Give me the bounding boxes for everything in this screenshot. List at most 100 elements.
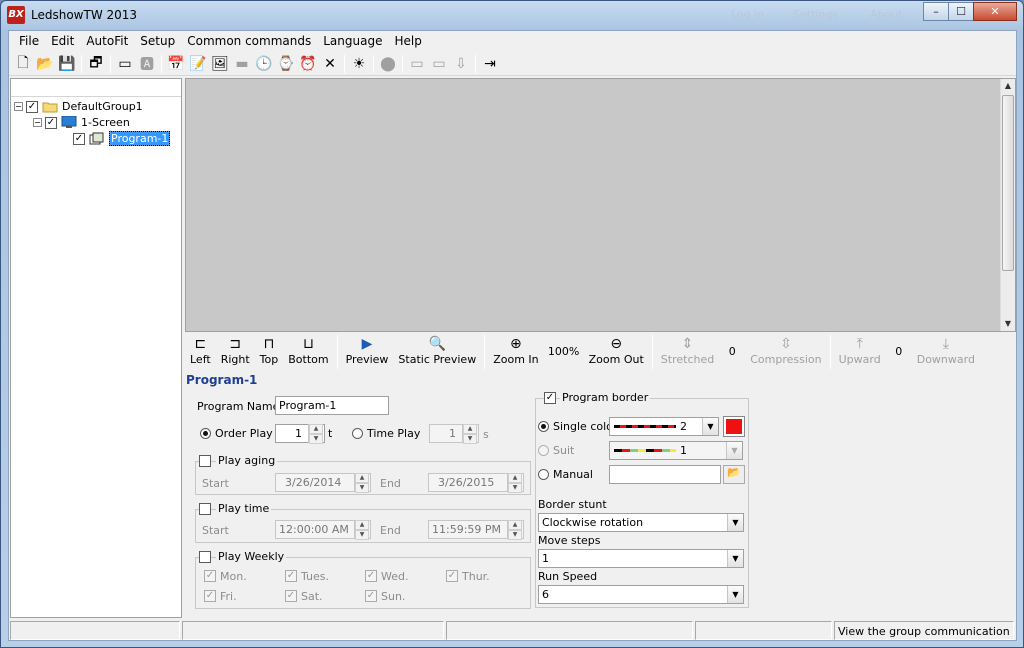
tree-node-group[interactable]: − ✓ DefaultGroup1 — [14, 99, 143, 114]
zoom-out-button[interactable]: ⊖ Zoom Out — [584, 333, 649, 366]
aging-end-spinner[interactable]: ▲ ▼ — [507, 473, 522, 493]
image-icon[interactable]: 🖼 — [209, 53, 231, 75]
area-icon[interactable]: ▭ — [114, 53, 136, 75]
order-play-radio[interactable] — [200, 428, 211, 439]
single-color-radio[interactable] — [538, 421, 549, 432]
compression-button[interactable]: ⇳ Compression — [745, 333, 826, 366]
weekday-sat-checkbox[interactable]: ✓ — [285, 590, 297, 602]
align-top-label: Top — [259, 353, 279, 366]
maximize-button[interactable]: ☐ — [948, 2, 974, 21]
weekday-thu-checkbox[interactable]: ✓ — [446, 570, 458, 582]
single-color-value: 2 — [680, 420, 687, 433]
time-end-spinner[interactable]: ▲ ▼ — [507, 520, 522, 540]
browse-folder-icon[interactable]: 📂 — [723, 465, 745, 484]
align-left-icon: ⊏ — [194, 336, 207, 352]
aging-start-spinner[interactable]: ▲ ▼ — [354, 473, 369, 493]
dropdown-arrow-icon[interactable]: ▼ — [727, 514, 743, 531]
open-folder-icon[interactable]: 📂 — [34, 53, 56, 75]
menu-language[interactable]: Language — [317, 31, 388, 51]
ghost-link-about[interactable]: About — [870, 8, 903, 21]
menu-autofit[interactable]: AutoFit — [80, 31, 134, 51]
move-steps-label: Move steps — [538, 534, 601, 547]
menu-file[interactable]: File — [13, 31, 45, 51]
static-preview-button[interactable]: 🔍 Static Preview — [393, 333, 481, 366]
exit-icon[interactable]: ⇥ — [479, 53, 501, 75]
send-all-icon[interactable]: ▭ — [428, 53, 450, 75]
usb-icon[interactable]: ⇩ — [450, 53, 472, 75]
group-checkbox[interactable]: ✓ — [26, 100, 38, 113]
dropdown-arrow-icon[interactable]: ▼ — [727, 586, 743, 603]
align-right-button[interactable]: ⊐ Right — [216, 333, 255, 366]
minimize-button[interactable]: – — [923, 2, 949, 21]
dropdown-arrow-icon[interactable]: ▼ — [702, 418, 718, 435]
clock-icon[interactable]: 🕒 — [253, 53, 275, 75]
calendar-icon[interactable]: 📅 — [165, 53, 187, 75]
program-name-field[interactable]: Program-1 — [275, 396, 389, 415]
run-speed-dropdown[interactable]: 6 ▼ — [538, 585, 744, 604]
align-bottom-button[interactable]: ⊔ Bottom — [283, 333, 333, 366]
digital-clock-icon[interactable]: ⌚ — [275, 53, 297, 75]
dropdown-arrow-icon[interactable]: ▼ — [727, 550, 743, 567]
send-icon[interactable]: ▭ — [406, 53, 428, 75]
dropdown-arrow-icon[interactable]: ▼ — [726, 442, 742, 459]
preview-canvas[interactable]: ▲ ▼ — [185, 78, 1016, 332]
run-speed-label: Run Speed — [538, 570, 598, 583]
collapse-icon[interactable]: − — [33, 118, 42, 127]
menu-setup[interactable]: Setup — [134, 31, 181, 51]
ghost-link-login[interactable]: Log in — [731, 8, 764, 21]
weekday-tue-checkbox[interactable]: ✓ — [285, 570, 297, 582]
screen-checkbox[interactable]: ✓ — [45, 116, 57, 129]
downward-button[interactable]: ⤓ Downward — [912, 333, 980, 366]
order-play-spinner[interactable]: ▲ ▼ — [308, 424, 323, 444]
save-icon[interactable]: 💾 — [56, 53, 78, 75]
weekday-fri-checkbox[interactable]: ✓ — [204, 590, 216, 602]
video-icon[interactable]: ▬ — [231, 53, 253, 75]
text-area-icon[interactable]: 🅰 — [136, 53, 158, 75]
alarm-icon[interactable]: ⏰ — [297, 53, 319, 75]
tree-node-screen[interactable]: − ✓ 1-Screen — [33, 115, 130, 130]
time-play-spinner[interactable]: ▲ ▼ — [462, 424, 477, 444]
stretched-button[interactable]: ⇕ Stretched — [656, 333, 719, 366]
weekday-wed-checkbox[interactable]: ✓ — [365, 570, 377, 582]
stop-icon[interactable]: ⬤ — [377, 53, 399, 75]
program-checkbox[interactable]: ✓ — [73, 132, 85, 145]
move-steps-dropdown[interactable]: 1 ▼ — [538, 549, 744, 568]
delete-icon[interactable]: ✕ — [319, 53, 341, 75]
zoom-in-button[interactable]: ⊕ Zoom In — [488, 333, 543, 366]
menu-common-commands[interactable]: Common commands — [181, 31, 317, 51]
weekday-sun-checkbox[interactable]: ✓ — [365, 590, 377, 602]
canvas-scrollbar[interactable]: ▲ ▼ — [1000, 79, 1015, 331]
time-play-radio[interactable] — [352, 428, 363, 439]
menu-edit[interactable]: Edit — [45, 31, 80, 51]
collapse-icon[interactable]: − — [14, 102, 23, 111]
tree-node-program[interactable]: ✓ Program-1 — [73, 131, 171, 146]
ghost-link-settings[interactable]: Settings — [793, 8, 838, 21]
brightness-icon[interactable]: ☀ — [348, 53, 370, 75]
weekday-mon-checkbox[interactable]: ✓ — [204, 570, 216, 582]
align-left-button[interactable]: ⊏ Left — [185, 333, 216, 366]
border-stunt-dropdown[interactable]: Clockwise rotation ▼ — [538, 513, 744, 532]
status-pane-1 — [10, 621, 180, 640]
single-color-dropdown[interactable]: 2 ▼ — [609, 417, 719, 436]
new-file-icon[interactable]: 🗋 — [12, 53, 34, 75]
menu-help[interactable]: Help — [388, 31, 427, 51]
scroll-up-icon[interactable]: ▲ — [1001, 79, 1015, 93]
upward-button[interactable]: ⤒ Upward — [834, 333, 886, 366]
suit-dropdown[interactable]: 1 ▼ — [609, 441, 743, 460]
suit-radio[interactable] — [538, 445, 549, 456]
play-weekly-checkbox[interactable] — [199, 551, 211, 563]
program-icon[interactable]: 🗗 — [85, 53, 107, 75]
play-time-checkbox[interactable] — [199, 503, 211, 515]
time-start-spinner[interactable]: ▲ ▼ — [354, 520, 369, 540]
program-border-checkbox[interactable]: ✓ — [544, 392, 556, 404]
scroll-down-icon[interactable]: ▼ — [1001, 317, 1015, 331]
edit-text-icon[interactable]: 📝 — [187, 53, 209, 75]
align-top-button[interactable]: ⊓ Top — [255, 333, 284, 366]
manual-radio[interactable] — [538, 469, 549, 480]
scrollbar-thumb[interactable] — [1002, 95, 1014, 271]
manual-field[interactable] — [609, 465, 721, 484]
color-picker-button[interactable] — [723, 416, 745, 437]
play-aging-checkbox[interactable] — [199, 455, 211, 467]
preview-button[interactable]: ▶ Preview — [341, 333, 394, 366]
close-button[interactable]: ✕ — [973, 2, 1017, 21]
